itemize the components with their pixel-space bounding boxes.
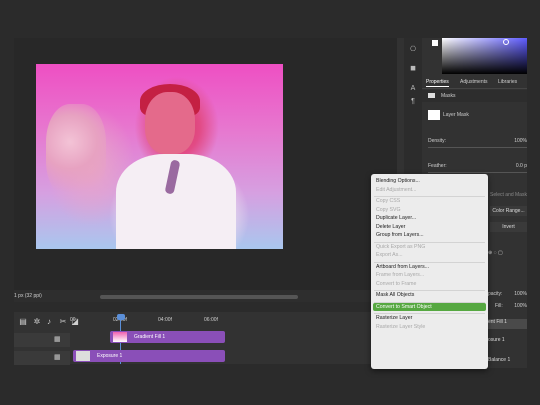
character-icon[interactable]: A <box>409 85 417 93</box>
layer-mask-label: Layer Mask <box>443 112 469 118</box>
foreground-swatch[interactable] <box>432 40 438 46</box>
menu-separator <box>374 241 485 243</box>
select-and-mask[interactable]: Select and Mask <box>490 192 527 198</box>
track-header[interactable]: ▦ <box>14 333 70 347</box>
doc-status: 1 px (32 ppi) <box>14 293 42 299</box>
layer-row[interactable]: Balance 1 <box>488 357 527 367</box>
playhead[interactable] <box>117 314 125 320</box>
fill-value[interactable]: 100% <box>510 303 527 309</box>
color-range-button[interactable]: Color Range... <box>490 206 527 216</box>
paragraph-icon[interactable]: ¶ <box>409 98 417 106</box>
menu-item[interactable]: Export As... <box>376 252 403 258</box>
menu-item[interactable]: Convert to Frame <box>376 281 416 287</box>
tab-adjustments[interactable]: Adjustments <box>460 79 488 85</box>
clip-thumbnail <box>113 332 127 342</box>
clip-label: Gradient Fill 1 <box>134 334 166 340</box>
opacity-label: pacity: <box>488 291 503 297</box>
menu-item[interactable]: Convert to Smart Object <box>376 304 432 310</box>
menu-item[interactable]: Frame from Layers... <box>376 272 424 278</box>
clip-label: Exposure 1 <box>97 353 123 359</box>
ruler-tick: 04:00f <box>158 317 172 323</box>
layer-row[interactable]: ent Fill 1 <box>488 319 527 329</box>
masks-header <box>422 90 527 102</box>
menu-item[interactable]: Copy SVG <box>376 207 401 213</box>
density-value[interactable]: 100% <box>505 138 527 144</box>
ruler-tick: 06:00f <box>204 317 218 323</box>
menu-item[interactable]: Copy CSS <box>376 198 400 204</box>
layer-row[interactable]: osure 1 <box>488 337 527 347</box>
canvas-image[interactable] <box>36 64 283 249</box>
horizontal-scrollbar[interactable] <box>100 295 298 299</box>
menu-item[interactable]: Rasterize Layer Style <box>376 324 425 330</box>
history-icon[interactable]: ⎔ <box>409 46 417 54</box>
opacity-value[interactable]: 100% <box>510 291 527 297</box>
layer-name: Balance 1 <box>488 357 511 363</box>
layer-name: osure 1 <box>488 337 505 343</box>
bottom-bar <box>0 368 540 405</box>
menu-item[interactable]: Group from Layers... <box>376 232 424 238</box>
color-picker[interactable] <box>442 38 527 74</box>
comment-icon[interactable]: ◼ <box>409 65 417 73</box>
color-picker-cursor[interactable] <box>503 39 509 45</box>
menu-item[interactable]: Blending Options... <box>376 178 420 184</box>
menu-item[interactable]: Duplicate Layer... <box>376 215 416 221</box>
feather-value[interactable]: 0.0 p <box>505 163 527 169</box>
tab-libraries[interactable]: Libraries <box>498 79 517 85</box>
render-video-icon[interactable]: ▤ <box>18 317 28 327</box>
density-slider[interactable] <box>428 147 527 148</box>
layer-filter-icons[interactable]: ⊕ ◌ ▢ <box>488 250 503 256</box>
menu-item[interactable]: Quick Export as PNG <box>376 244 425 250</box>
person-face <box>145 92 195 154</box>
menu-item[interactable]: Mask All Objects <box>376 292 414 298</box>
scissors-icon[interactable]: ✂ <box>58 317 68 327</box>
masks-title: Masks <box>441 93 456 99</box>
context-menu: Blending Options... Edit Adjustment... Cop… <box>371 174 488 369</box>
tab-properties[interactable]: Properties <box>426 79 449 87</box>
layer-mask-thumbnail[interactable] <box>428 110 440 120</box>
film-icon[interactable]: ▦ <box>54 335 61 343</box>
menu-separator <box>374 290 485 291</box>
flowers <box>46 104 106 199</box>
menu-item[interactable]: Delete Layer <box>376 224 405 230</box>
menu-item[interactable]: Edit Adjustment... <box>376 187 416 193</box>
ruler-tick: 00 <box>70 317 76 323</box>
feather-label: Feather: <box>428 163 447 169</box>
properties-tabs: Properties Adjustments Libraries <box>422 76 527 89</box>
audio-icon[interactable]: ♪ <box>44 317 54 327</box>
timeline-clip[interactable]: Exposure 1 <box>73 350 225 362</box>
timeline-clip[interactable]: Gradient Fill 1 <box>110 331 225 343</box>
menu-item[interactable]: Rasterize Layer <box>376 315 412 321</box>
clip-thumbnail <box>76 351 90 361</box>
panel-icon-strip: ⎔ ◼ A ¶ <box>404 38 422 188</box>
menu-separator <box>374 261 485 263</box>
menu-separator <box>374 196 485 197</box>
film-icon[interactable]: ▦ <box>54 353 61 361</box>
layer-name: ent Fill 1 <box>488 319 507 325</box>
gear-icon[interactable]: ✲ <box>32 317 42 327</box>
invert-button[interactable]: Invert <box>490 222 527 232</box>
fill-label: Fill: <box>495 303 503 309</box>
density-label: Density: <box>428 138 447 144</box>
menu-item[interactable]: Artboard from Layers... <box>376 264 429 270</box>
top-bar <box>0 0 540 38</box>
track-header[interactable]: ▦ <box>14 351 70 365</box>
feather-slider[interactable] <box>428 172 527 173</box>
mask-icon <box>428 93 435 98</box>
menu-separator <box>374 313 485 314</box>
